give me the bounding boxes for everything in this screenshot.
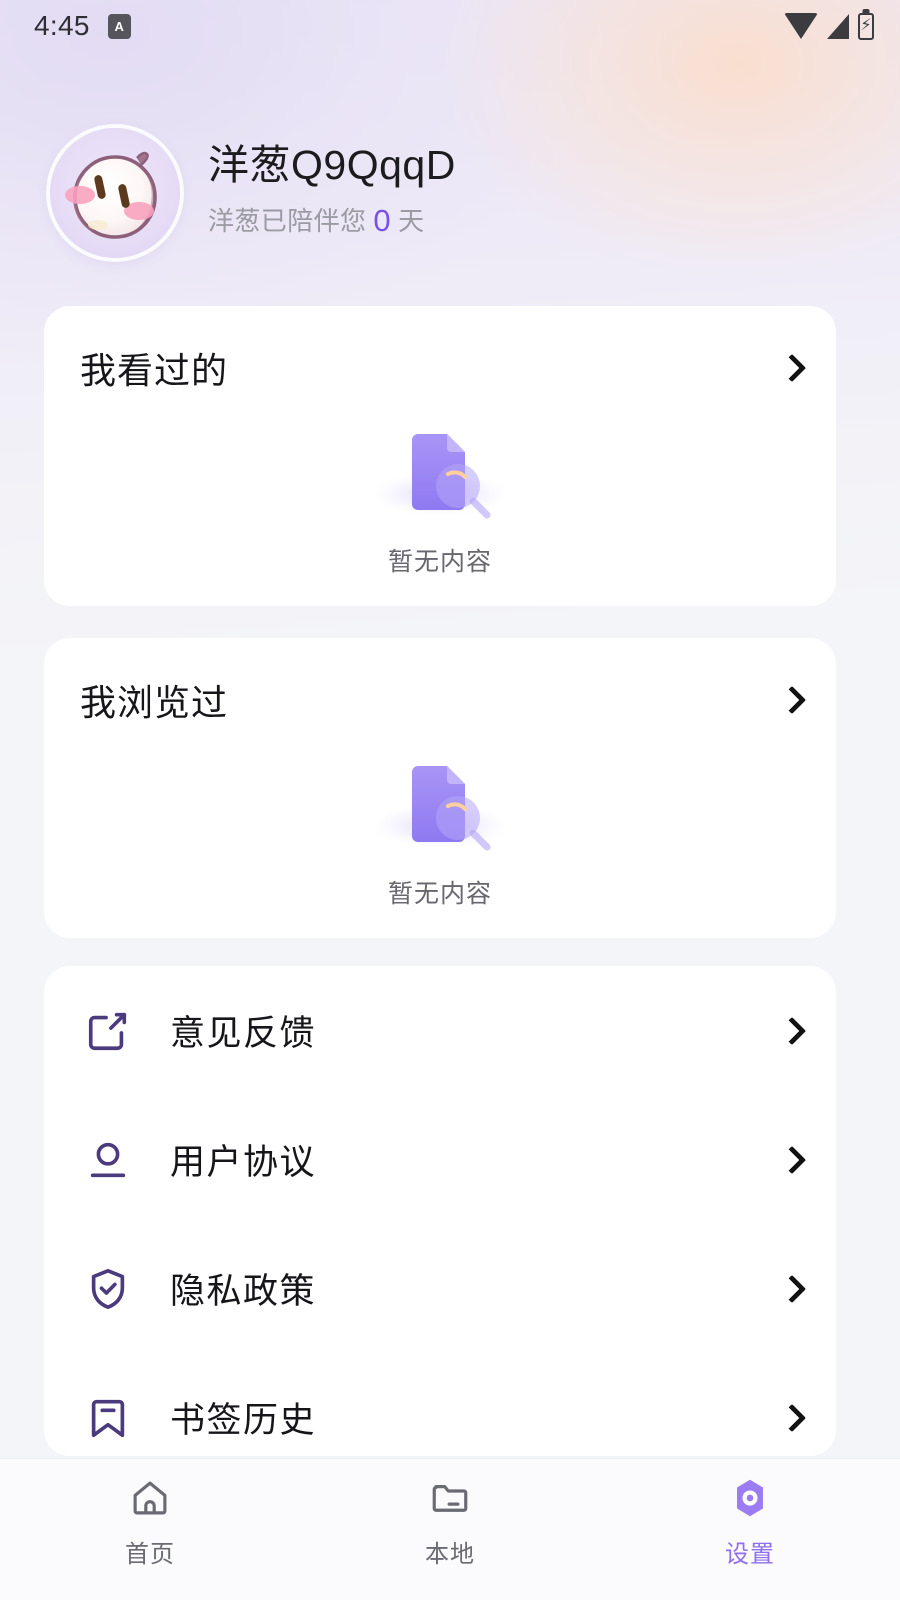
chevron-right-icon[interactable]: [777, 1274, 807, 1303]
settings-screen: 4:45 A ⚡ 洋葱Q9QqqD 洋葱已陪伴您 0 天 我看过的 暂无内容 我…: [0, 0, 900, 1600]
document-search-empty-icon: [330, 408, 550, 528]
companion-suffix: 天: [398, 206, 425, 237]
card-watched[interactable]: 我看过的 暂无内容: [44, 306, 836, 606]
menu-item-user-agreement-label: 用户协议: [170, 1143, 317, 1182]
menu-item-user-agreement[interactable]: 用户协议: [44, 1095, 836, 1224]
onion-mascot-icon: [65, 151, 157, 239]
edit-square-icon: [82, 1005, 134, 1057]
tab-settings-label: 设置: [725, 1541, 775, 1568]
menu-item-feedback-label: 意见反馈: [170, 1014, 317, 1053]
card-browsed-title: 我浏览过: [80, 682, 229, 723]
document-search-empty-icon: [330, 740, 550, 860]
home-icon: [128, 1476, 172, 1520]
user-icon: [82, 1134, 134, 1186]
card-watched-empty-state: 暂无内容: [44, 408, 836, 578]
bottom-navigation: 首页 本地 设置: [0, 1458, 900, 1600]
settings-hexagon-icon: [728, 1476, 772, 1520]
settings-menu-list: 意见反馈 用户协议 隐私政策 书签历史: [44, 966, 836, 1456]
profile-text: 洋葱Q9QqqD 洋葱已陪伴您 0 天: [208, 141, 456, 244]
folder-icon: [428, 1476, 472, 1520]
battery-charging-icon: ⚡: [858, 12, 874, 40]
companion-days-count: 0: [373, 203, 392, 239]
card-watched-title: 我看过的: [80, 350, 229, 391]
menu-item-privacy-policy-label: 隐私政策: [170, 1272, 317, 1311]
chevron-right-icon[interactable]: [777, 1403, 807, 1432]
chevron-right-icon[interactable]: [777, 1145, 807, 1174]
avatar[interactable]: [50, 128, 180, 258]
chevron-right-icon[interactable]: [777, 1016, 807, 1045]
companion-days-line: 洋葱已陪伴您 0 天: [208, 201, 456, 239]
companion-prefix: 洋葱已陪伴您: [208, 206, 367, 237]
menu-item-bookmark-history-label: 书签历史: [170, 1401, 317, 1440]
status-bar-left: 4:45 A: [34, 10, 131, 42]
status-time: 4:45: [34, 10, 90, 41]
card-watched-empty-label: 暂无内容: [387, 548, 492, 576]
card-watched-header[interactable]: 我看过的: [44, 306, 836, 394]
card-browsed-empty-label: 暂无内容: [387, 880, 492, 908]
wifi-icon: [784, 13, 818, 39]
tab-settings[interactable]: 设置: [600, 1459, 900, 1600]
card-browsed-header[interactable]: 我浏览过: [44, 638, 836, 726]
menu-item-bookmark-history[interactable]: 书签历史: [44, 1353, 836, 1456]
card-browsed[interactable]: 我浏览过 暂无内容: [44, 638, 836, 938]
username: 洋葱Q9QqqD: [208, 141, 456, 188]
tab-home-label: 首页: [125, 1541, 175, 1568]
chevron-right-icon[interactable]: [777, 685, 807, 715]
signal-icon: [827, 13, 849, 39]
bookmark-icon: [82, 1392, 134, 1444]
tab-home[interactable]: 首页: [0, 1459, 300, 1600]
menu-item-privacy-policy[interactable]: 隐私政策: [44, 1224, 836, 1353]
tab-local-label: 本地: [425, 1541, 475, 1568]
app-badge-icon: A: [107, 13, 131, 39]
tab-local[interactable]: 本地: [300, 1459, 600, 1600]
shield-check-icon: [82, 1263, 134, 1315]
profile-header[interactable]: 洋葱Q9QqqD 洋葱已陪伴您 0 天: [50, 128, 456, 258]
chevron-right-icon[interactable]: [777, 353, 807, 383]
status-bar-right: ⚡: [784, 12, 874, 40]
card-browsed-empty-state: 暂无内容: [44, 740, 836, 910]
menu-item-feedback[interactable]: 意见反馈: [44, 966, 836, 1095]
status-bar: 4:45 A ⚡: [0, 0, 900, 52]
